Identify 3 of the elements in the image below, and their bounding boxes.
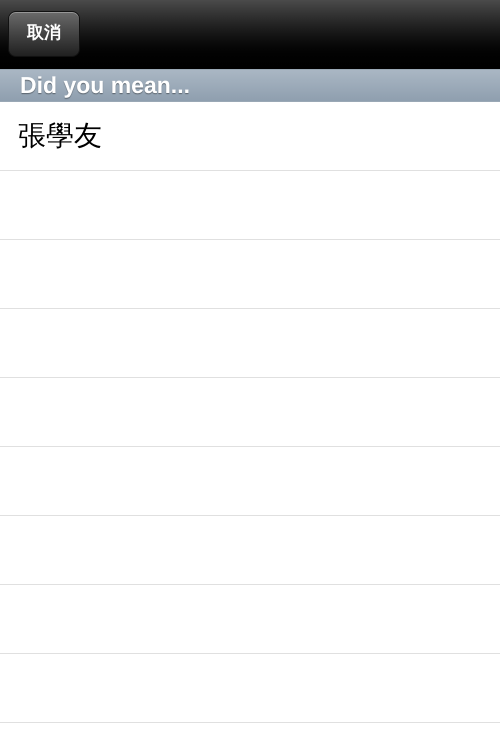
cancel-button[interactable]: 取消 (8, 11, 80, 57)
section-header: Did you mean... (0, 69, 500, 102)
suggestion-item[interactable]: 張學友 (18, 115, 102, 157)
